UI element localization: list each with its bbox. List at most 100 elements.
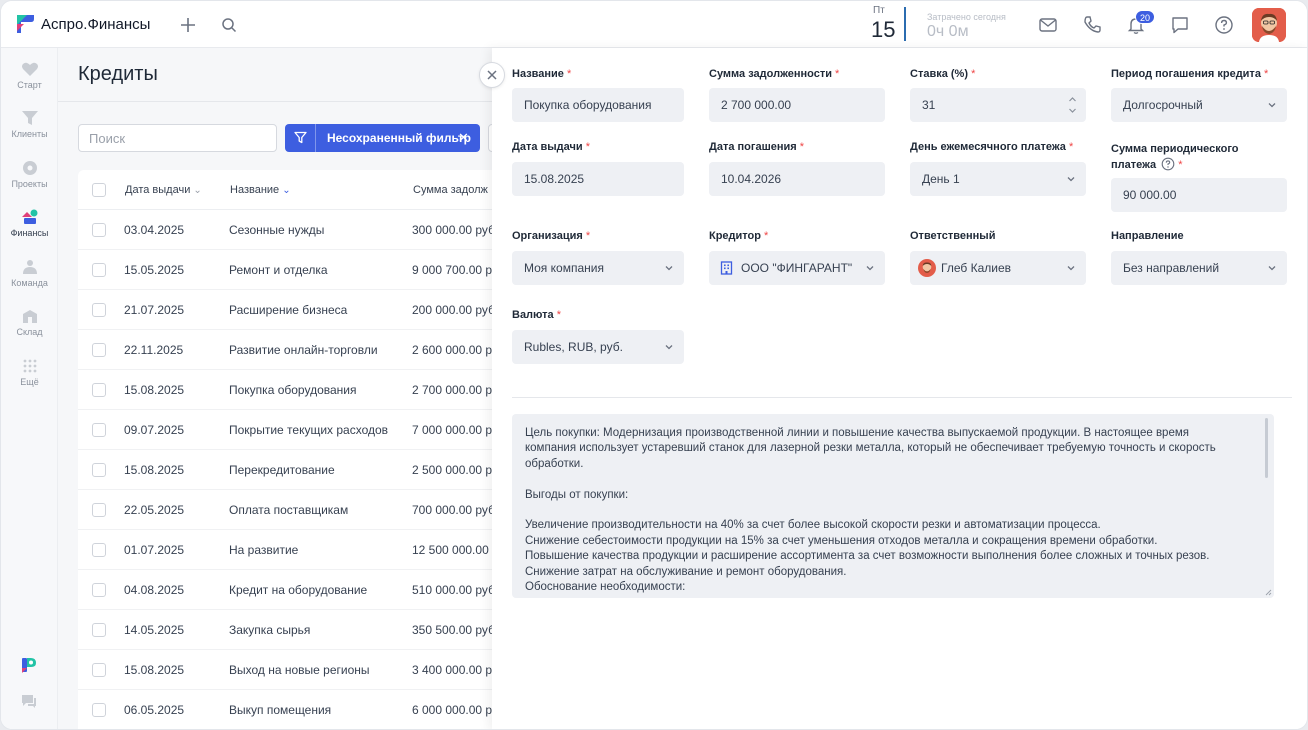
- row-checkbox[interactable]: [92, 623, 106, 637]
- close-panel-button[interactable]: [479, 62, 505, 88]
- cell-name[interactable]: Развитие онлайн-торговли: [229, 343, 378, 357]
- time-spent-value[interactable]: 0ч 0м: [927, 23, 969, 41]
- currency-select[interactable]: Rubles, RUB, руб.: [512, 330, 684, 364]
- cell-name[interactable]: Сезонные нужды: [229, 223, 324, 237]
- cell-amount: 2 500 000.00 р: [412, 463, 493, 477]
- table-row[interactable]: 21.07.2025 Расширение бизнеса 200 000.00 р…: [78, 290, 498, 330]
- row-checkbox[interactable]: [92, 543, 106, 557]
- table-row[interactable]: 15.08.2025 Перекредитование 2 500 000.00 р: [78, 450, 498, 490]
- cell-name[interactable]: Выход на новые регионы: [229, 663, 370, 677]
- row-checkbox[interactable]: [92, 303, 106, 317]
- responsible-select[interactable]: Глеб Калиев: [910, 251, 1086, 285]
- debt-field[interactable]: 2 700 000.00: [709, 88, 885, 122]
- sidebar-item-clients[interactable]: Клиенты: [1, 110, 58, 154]
- cell-name[interactable]: Оплата поставщикам: [229, 503, 348, 517]
- row-checkbox[interactable]: [92, 383, 106, 397]
- cell-name[interactable]: Закупка сырья: [229, 623, 310, 637]
- cell-name[interactable]: Покрытие текущих расходов: [229, 423, 388, 437]
- phone-icon[interactable]: [1081, 14, 1103, 36]
- date-separator: [904, 7, 906, 41]
- table-row[interactable]: 01.07.2025 На развитие 12 500 000.00 р: [78, 530, 498, 570]
- resize-handle-icon[interactable]: [1265, 589, 1272, 596]
- column-header-name[interactable]: Название ⌄: [230, 184, 291, 196]
- cell-name[interactable]: Выкуп помещения: [229, 703, 331, 717]
- description-text: Цель покупки: Модернизация производствен…: [525, 426, 1256, 595]
- support-chat-icon[interactable]: [20, 693, 38, 709]
- select-all-checkbox[interactable]: [92, 183, 106, 197]
- chevron-down-icon: [1067, 177, 1075, 182]
- cell-name[interactable]: Перекредитование: [229, 463, 335, 477]
- credits-table: Дата выдачи ⌄ Название ⌄ Сумма задолж 03…: [78, 170, 498, 729]
- row-checkbox[interactable]: [92, 463, 106, 477]
- stepper-arrows-icon[interactable]: [1068, 95, 1077, 115]
- cell-name[interactable]: Кредит на оборудование: [229, 583, 367, 597]
- direction-select[interactable]: Без направлений: [1111, 251, 1287, 285]
- search-icon[interactable]: [218, 14, 240, 36]
- row-checkbox[interactable]: [92, 703, 106, 717]
- row-checkbox[interactable]: [92, 503, 106, 517]
- row-checkbox[interactable]: [92, 263, 106, 277]
- required-mark: *: [971, 68, 976, 80]
- period-select[interactable]: Долгосрочный: [1111, 88, 1287, 122]
- filter-button[interactable]: Несохраненный фильтр ✕: [285, 124, 480, 152]
- table-row[interactable]: 03.04.2025 Сезонные нужды 300 000.00 руб: [78, 210, 498, 250]
- issue-date-field[interactable]: 15.08.2025: [512, 162, 684, 196]
- chat-icon[interactable]: [1169, 14, 1191, 36]
- cell-amount: 7 000 000.00 р: [412, 423, 493, 437]
- help-icon[interactable]: [1213, 14, 1235, 36]
- chevron-down-icon: [665, 266, 673, 271]
- row-checkbox[interactable]: [92, 343, 106, 357]
- organization-select[interactable]: Моя компания: [512, 251, 684, 285]
- mail-icon[interactable]: [1037, 14, 1059, 36]
- period-label: Период погашения кредита *: [1111, 68, 1268, 80]
- brand-mark-icon[interactable]: [20, 656, 38, 674]
- sidebar-item-start[interactable]: Старт: [1, 61, 58, 105]
- sidebar-item-more[interactable]: Ещё: [1, 358, 58, 402]
- app-logo-icon: [17, 15, 34, 33]
- creditor-select[interactable]: ООО "ФИНГАРАНТ": [709, 251, 885, 285]
- column-header-amount[interactable]: Сумма задолж: [413, 184, 488, 196]
- clear-filter-icon[interactable]: ✕: [458, 130, 469, 146]
- payday-select[interactable]: День 1: [910, 162, 1086, 196]
- filter-label: Несохраненный фильтр: [327, 131, 471, 145]
- table-row[interactable]: 09.07.2025 Покрытие текущих расходов 7 000…: [78, 410, 498, 450]
- table-row[interactable]: 06.05.2025 Выкуп помещения 6 000 000.00 р: [78, 690, 498, 729]
- description-line: Цель покупки: Модернизация производствен…: [525, 427, 1189, 439]
- sidebar-item-finance[interactable]: Финансы: [1, 209, 58, 253]
- day-number: 15: [871, 17, 896, 42]
- repay-date-field[interactable]: 10.04.2026: [709, 162, 885, 196]
- user-avatar[interactable]: [1252, 8, 1286, 42]
- table-row[interactable]: 15.05.2025 Ремонт и отделка 9 000 700.00 р…: [78, 250, 498, 290]
- plus-icon[interactable]: [177, 14, 199, 36]
- sidebar-item-projects[interactable]: Проекты: [1, 160, 58, 204]
- repay-date-label-text: Дата погашения: [709, 141, 797, 153]
- cell-name[interactable]: Покупка оборудования: [229, 383, 356, 397]
- cell-name[interactable]: Ремонт и отделка: [229, 263, 328, 277]
- sidebar-item-team[interactable]: Команда: [1, 259, 58, 303]
- column-header-date[interactable]: Дата выдачи ⌄: [125, 184, 202, 196]
- creditor-label: Кредитор *: [709, 230, 768, 242]
- table-row[interactable]: 22.05.2025 Оплата поставщикам 700 000.00 р…: [78, 490, 498, 530]
- description-textarea[interactable]: Цель покупки: Модернизация производствен…: [512, 414, 1274, 598]
- periodic-payment-field[interactable]: 90 000.00: [1111, 178, 1287, 212]
- row-checkbox[interactable]: [92, 583, 106, 597]
- row-checkbox[interactable]: [92, 223, 106, 237]
- row-checkbox[interactable]: [92, 423, 106, 437]
- table-row[interactable]: 15.08.2025 Выход на новые регионы 3 400 00…: [78, 650, 498, 690]
- cell-date: 14.05.2025: [124, 623, 185, 637]
- help-icon[interactable]: [1161, 157, 1175, 171]
- name-field[interactable]: Покупка оборудования: [512, 88, 684, 122]
- cell-name[interactable]: Расширение бизнеса: [229, 303, 347, 317]
- table-row[interactable]: 15.08.2025 Покупка оборудования 2 700 000.…: [78, 370, 498, 410]
- sidebar-item-warehouse[interactable]: Склад: [1, 308, 58, 352]
- cell-name[interactable]: На развитие: [229, 543, 298, 557]
- table-row[interactable]: 14.05.2025 Закупка сырья 350 500.00 руб: [78, 610, 498, 650]
- search-input[interactable]: Поиск: [78, 124, 277, 152]
- scrollbar[interactable]: [1265, 418, 1268, 478]
- table-row[interactable]: 22.11.2025 Развитие онлайн-торговли 2 600 …: [78, 330, 498, 370]
- name-label: Название *: [512, 68, 571, 80]
- rate-field[interactable]: 31: [910, 88, 1086, 122]
- creditor-value: ООО "ФИНГАРАНТ": [741, 261, 853, 275]
- row-checkbox[interactable]: [92, 663, 106, 677]
- table-row[interactable]: 04.08.2025 Кредит на оборудование 510 000.…: [78, 570, 498, 610]
